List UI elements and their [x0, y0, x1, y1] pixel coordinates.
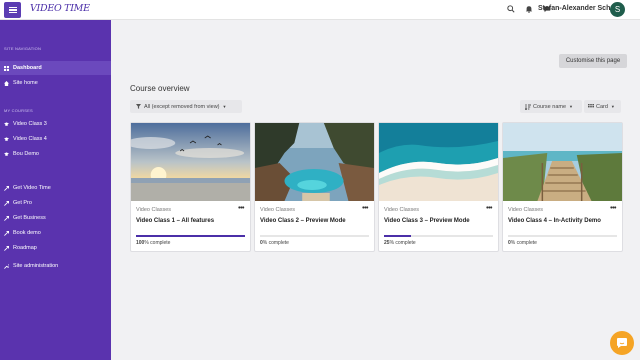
- filter-dropdown[interactable]: All (except removed from view) ▼: [130, 100, 242, 113]
- sidebar-item-label: Roadmap: [13, 245, 37, 251]
- progress-text: 0% complete: [508, 240, 537, 246]
- grid-icon: [588, 104, 594, 109]
- link-icon: [4, 245, 9, 251]
- hamburger-line: [8, 12, 17, 14]
- sort-label: Course name: [533, 103, 567, 110]
- progress-bar: [260, 235, 369, 237]
- sidebar-item-label: Video Class 3: [13, 121, 47, 127]
- hamburger-line: [8, 9, 17, 11]
- more-options-icon[interactable]: •••: [238, 205, 244, 212]
- sidebar-item-label: Get Pro: [13, 200, 32, 206]
- main-content: Customise this page Course overview All …: [111, 20, 640, 360]
- course-card-3[interactable]: Video Classes ••• Video Class 3 – Previe…: [378, 122, 499, 252]
- sidebar-item-label: Book demo: [13, 230, 41, 236]
- sort-icon: [525, 103, 531, 110]
- sidebar-item-label: Site home: [13, 80, 38, 86]
- course-card-4[interactable]: Video Classes ••• Video Class 4 – In-Act…: [502, 122, 623, 252]
- sidebar-item-bou-demo[interactable]: Bou Demo: [0, 147, 111, 161]
- course-name[interactable]: Video Class 1 – All features: [136, 218, 214, 224]
- sidebar-item-site-administration[interactable]: Site administration: [0, 259, 111, 273]
- chat-icon: [616, 337, 628, 349]
- graduation-cap-icon: [4, 121, 9, 127]
- dashboard-icon: [4, 65, 9, 71]
- site-logo[interactable]: VIDEO TIME: [30, 3, 90, 14]
- sidebar-item-dashboard[interactable]: Dashboard: [0, 61, 111, 75]
- course-name[interactable]: Video Class 4 – In-Activity Demo: [508, 218, 601, 224]
- more-options-icon[interactable]: •••: [610, 205, 616, 212]
- sidebar-section-heading: MY COURSES: [4, 108, 33, 113]
- menu-toggle-button[interactable]: [4, 2, 21, 18]
- link-icon: [4, 230, 9, 236]
- user-name[interactable]: Stefan-Alexander Scholz: [538, 5, 620, 12]
- hamburger-line: [8, 6, 17, 8]
- sidebar-item-label: Video Class 4: [13, 136, 47, 142]
- home-icon: [4, 80, 9, 86]
- course-category: Video Classes: [384, 207, 420, 213]
- filter-icon: [136, 104, 141, 109]
- sidebar-item-video-class-3[interactable]: Video Class 3: [0, 117, 111, 131]
- chevron-down-icon: ▼: [569, 104, 573, 109]
- sidebar-item-label: Bou Demo: [13, 151, 39, 157]
- course-image-turquoise-shore: [379, 123, 498, 201]
- link-icon: [4, 185, 9, 191]
- link-icon: [4, 215, 9, 221]
- more-options-icon[interactable]: •••: [486, 205, 492, 212]
- sidebar: SITE NAVIGATION Dashboard Site home MY C…: [0, 20, 111, 360]
- chevron-down-icon: ▼: [610, 104, 615, 109]
- filter-label: All (except removed from view): [144, 103, 220, 110]
- course-category: Video Classes: [508, 207, 544, 213]
- course-name[interactable]: Video Class 3 – Preview Mode: [384, 218, 470, 224]
- view-dropdown[interactable]: Card ▼: [584, 100, 621, 113]
- sidebar-item-label: Site administration: [13, 263, 59, 269]
- course-image-cliff-cove: [255, 123, 374, 201]
- progress-bar: [136, 235, 245, 237]
- course-name[interactable]: Video Class 2 – Preview Mode: [260, 218, 346, 224]
- sidebar-item-book-demo[interactable]: Book demo: [0, 226, 111, 240]
- progress-bar: [384, 235, 493, 237]
- course-image-boardwalk-beach: [503, 123, 622, 201]
- progress-text: 100% complete: [136, 240, 171, 246]
- progress-fill: [136, 235, 245, 237]
- sidebar-item-video-class-4[interactable]: Video Class 4: [0, 132, 111, 146]
- avatar[interactable]: S: [610, 2, 625, 17]
- bell-icon[interactable]: [524, 4, 534, 14]
- search-icon[interactable]: [506, 4, 516, 14]
- sidebar-item-roadmap[interactable]: Roadmap: [0, 241, 111, 255]
- sort-dropdown[interactable]: Course name ▼: [520, 100, 582, 113]
- graduation-cap-icon: [4, 151, 9, 157]
- course-card-1[interactable]: Video Classes ••• Video Class 1 – All fe…: [130, 122, 251, 252]
- customise-page-button[interactable]: Customise this page: [559, 54, 627, 68]
- graduation-cap-icon: [4, 136, 9, 142]
- course-category: Video Classes: [260, 207, 296, 213]
- course-card-2[interactable]: Video Classes ••• Video Class 2 – Previe…: [254, 122, 375, 252]
- progress-text: 25% complete: [384, 240, 416, 246]
- view-label: Card: [596, 103, 608, 110]
- progress-fill: [384, 235, 412, 237]
- sidebar-item-get-business[interactable]: Get Business: [0, 211, 111, 225]
- progress-text: 0% complete: [260, 240, 289, 246]
- page-title: Course overview: [130, 84, 190, 93]
- chat-support-button[interactable]: [610, 331, 634, 355]
- sidebar-section-heading: SITE NAVIGATION: [4, 46, 42, 51]
- course-category: Video Classes: [136, 207, 172, 213]
- chevron-down-icon: ▼: [222, 104, 227, 109]
- link-icon: [4, 200, 9, 206]
- progress-bar: [508, 235, 617, 237]
- top-navbar: VIDEO TIME Stefan-Alexander Scholz S: [0, 0, 640, 20]
- sidebar-item-get-pro[interactable]: Get Pro: [0, 196, 111, 210]
- course-image-sunset-beach: [131, 123, 250, 201]
- sidebar-item-label: Dashboard: [13, 65, 42, 71]
- wrench-icon: [4, 263, 9, 269]
- sidebar-item-label: Get Video Time: [13, 185, 51, 191]
- more-options-icon[interactable]: •••: [362, 205, 368, 212]
- sidebar-item-site-home[interactable]: Site home: [0, 76, 111, 90]
- sidebar-item-get-video-time[interactable]: Get Video Time: [0, 181, 111, 195]
- sidebar-item-label: Get Business: [13, 215, 46, 221]
